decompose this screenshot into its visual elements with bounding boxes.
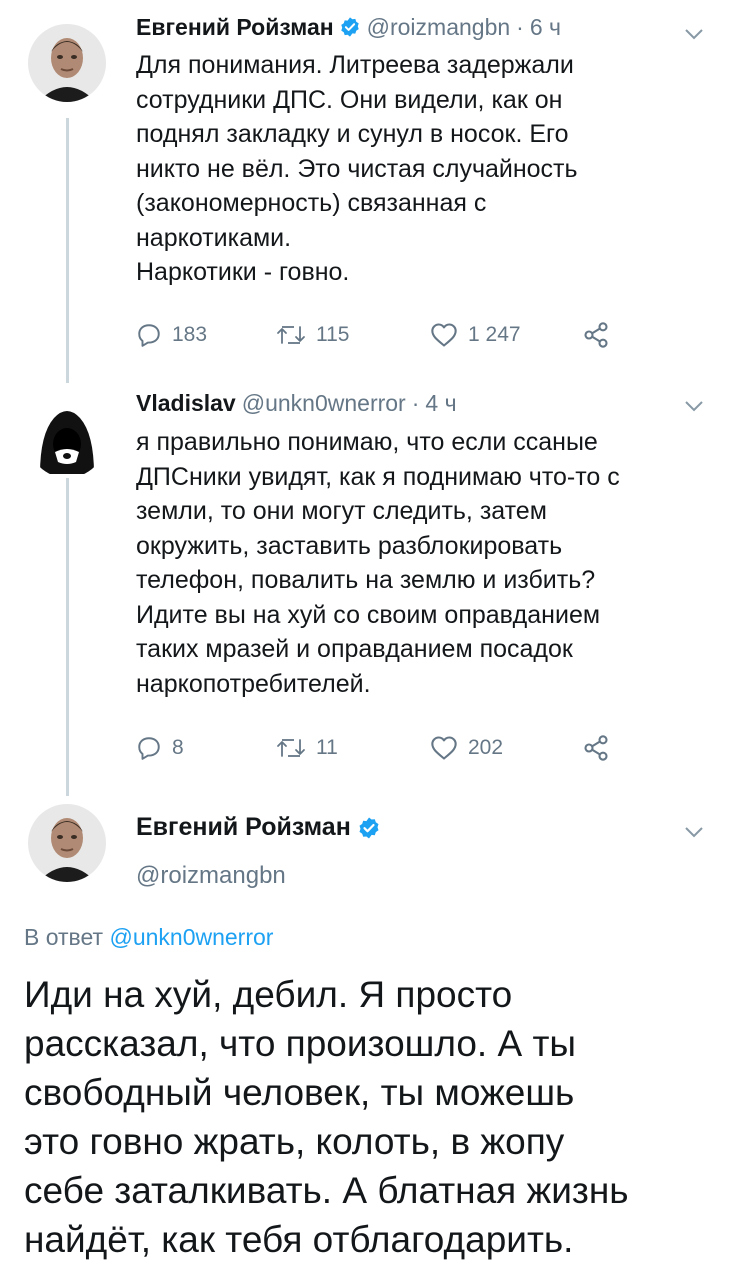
text-line: окружить, заставить разблокировать	[136, 531, 563, 560]
author-name[interactable]: Vladislav	[136, 388, 236, 418]
text-line: Для понимания. Литреева задержали	[136, 51, 574, 79]
tweet-time[interactable]: 6 ч	[530, 12, 561, 42]
retweet-button[interactable]: 11	[276, 733, 338, 763]
text-line: земли, то они могут следить, затем	[136, 497, 547, 525]
reply-count: 8	[172, 736, 184, 759]
author-name[interactable]: Евгений Ройзман	[136, 12, 334, 42]
text-line: найдёт, как тебя отблагодарить.	[24, 1219, 574, 1260]
reply-button[interactable]: 8	[136, 733, 184, 763]
like-button[interactable]: 202	[430, 733, 503, 763]
reply-count: 183	[172, 323, 208, 346]
retweet-button[interactable]: 115	[276, 320, 349, 350]
tweet1-actions: 183 115 1 247	[136, 320, 636, 350]
retweet-icon	[277, 739, 305, 757]
tweet2-text: я правильно понимаю, что если ссаные ДПС…	[136, 425, 706, 701]
like-icon	[431, 323, 457, 347]
chevron-down-icon[interactable]	[685, 28, 703, 40]
reply-to-handle-link[interactable]: @unkn0wnerror	[109, 924, 273, 950]
author-handle[interactable]: @roizmangbn	[367, 12, 511, 42]
share-icon	[584, 322, 608, 348]
avatar-roizman[interactable]	[28, 24, 106, 102]
like-count: 202	[468, 736, 504, 759]
thread-line-2	[66, 478, 69, 796]
text-line: Наркотики - говно.	[136, 258, 350, 286]
text-line: Иди на хуй, дебил. Я просто	[24, 974, 513, 1015]
tweet2-actions: 8 11 202	[136, 733, 636, 763]
text-line: ДПСники увидят, как я поднимаю что-то с	[136, 462, 620, 491]
verified-badge-icon	[340, 17, 359, 37]
text-line: поднял закладку и сунул в носок. Его	[136, 120, 569, 148]
like-count: 1 247	[468, 323, 521, 346]
share-button[interactable]	[582, 320, 610, 350]
reply-icon	[138, 737, 160, 760]
tweet1-text: Для понимания. Литреева задержали сотруд…	[136, 48, 706, 290]
author-handle[interactable]: @roizmangbn	[136, 862, 286, 890]
text-line: телефон, повалить на землю и избить?	[136, 566, 596, 594]
text-line: это говно жрать, колоть, в жопу	[24, 1121, 565, 1162]
like-icon	[431, 736, 457, 760]
author-handle[interactable]: @unkn0wnerror	[242, 388, 406, 418]
text-line: себе заталкивать. А блатная жизнь	[24, 1170, 629, 1211]
verified-badge-icon	[359, 817, 379, 838]
author-name[interactable]: Евгений Ройзман	[136, 813, 351, 842]
reply-to-line: В ответ @unkn0wnerror	[24, 924, 273, 951]
reply-to-prefix: В ответ	[24, 924, 104, 950]
author-name-row: Евгений Ройзман	[136, 813, 381, 842]
avatar-roizman[interactable]	[28, 804, 106, 882]
retweet-count: 11	[316, 736, 338, 759]
tweet1-header: Евгений Ройзман @roizmangbn · 6 ч	[136, 12, 561, 42]
text-line: таких мразей и оправданием посадок	[136, 635, 573, 663]
like-button[interactable]: 1 247	[430, 320, 521, 350]
retweet-count: 115	[316, 323, 350, 346]
text-line: я правильно понимаю, что если ссаные	[136, 428, 598, 456]
text-line: свободный человек, ты можешь	[24, 1072, 575, 1113]
text-line: (закономерность) связанная с	[136, 189, 487, 217]
avatar-vladislav[interactable]	[28, 400, 106, 478]
separator-dot: ·	[411, 390, 420, 416]
text-line: наркотиками.	[136, 223, 292, 252]
reply-icon	[138, 324, 160, 347]
retweet-icon	[277, 326, 305, 344]
thread-line-1	[66, 118, 69, 383]
chevron-down-icon[interactable]	[685, 826, 703, 838]
reply-button[interactable]: 183	[136, 320, 207, 350]
text-line: наркопотребителей.	[136, 669, 371, 698]
text-line: Идите вы на хуй со своим оправданием	[136, 600, 601, 629]
text-line: рассказал, что произошло. А ты	[24, 1023, 576, 1064]
text-line: сотрудники ДПС. Они видели, как он	[136, 85, 563, 114]
separator-dot: ·	[516, 14, 524, 40]
tweet3-text: Иди на хуй, дебил. Я просто рассказал, ч…	[24, 970, 724, 1264]
share-button[interactable]	[582, 733, 610, 763]
share-icon	[584, 735, 608, 761]
tweet-time[interactable]: 4 ч	[425, 388, 456, 418]
chevron-down-icon[interactable]	[685, 400, 703, 412]
tweet2-header: Vladislav @unkn0wnerror · 4 ч	[136, 388, 457, 418]
text-line: никто не вёл. Это чистая случайность	[136, 154, 578, 183]
